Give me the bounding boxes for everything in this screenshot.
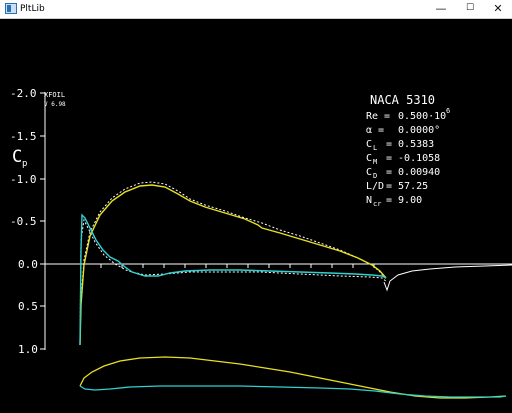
x-axis-ticks bbox=[100, 264, 375, 268]
cl-subscript: L bbox=[373, 144, 377, 152]
ld-label: L/D bbox=[366, 181, 384, 192]
cd-subscript: D bbox=[373, 172, 377, 180]
program-version: V 6.98 bbox=[44, 101, 66, 108]
cp-plot: -2.0 -1.5 -1.0 -0.5 0.0 0.5 1.0 C p XFOI… bbox=[10, 87, 512, 399]
lower-surface-cp-curve bbox=[79, 213, 387, 346]
alpha-value: 0.0000° bbox=[398, 125, 440, 136]
y-tick-label: 0.5 bbox=[18, 300, 38, 313]
y-axis-ticks bbox=[40, 92, 45, 350]
y-tick-label: -2.0 bbox=[10, 87, 37, 100]
cm-subscript: M bbox=[373, 158, 377, 166]
upper-surface-cp-curve bbox=[79, 184, 387, 346]
cm-value: = -0.1058 bbox=[386, 153, 440, 164]
inviscid-lower-cp-curve bbox=[79, 218, 388, 346]
cd-label: C bbox=[366, 167, 372, 178]
ncr-value: = 9.00 bbox=[386, 195, 422, 206]
cm-label: C bbox=[366, 153, 372, 164]
cl-value: = 0.5383 bbox=[386, 139, 434, 150]
wake-cp-curve bbox=[383, 264, 512, 292]
cl-label: C bbox=[366, 139, 372, 150]
re-exponent: 6 bbox=[446, 107, 450, 115]
window-title: PltLib bbox=[20, 4, 45, 14]
airfoil-upper-surface bbox=[79, 356, 507, 399]
y-tick-label: 0.0 bbox=[18, 258, 38, 271]
results-panel: NACA 5310 Re = 0.500·10 6 α = 0.0000° C … bbox=[366, 93, 450, 208]
re-value: 0.500·10 bbox=[398, 111, 446, 122]
ncr-label: N bbox=[366, 195, 372, 206]
close-button[interactable]: ✕ bbox=[484, 0, 512, 18]
program-name: XFOIL bbox=[44, 91, 65, 99]
re-label: Re = bbox=[366, 111, 390, 122]
y-axis-label: C bbox=[12, 147, 22, 167]
title-bar: PltLib — ☐ ✕ bbox=[0, 0, 512, 19]
ncr-subscript: cr bbox=[373, 200, 381, 208]
app-icon bbox=[5, 3, 17, 14]
y-axis-label-subscript: p bbox=[22, 159, 27, 169]
airfoil-lower-surface bbox=[79, 385, 507, 398]
alpha-label: α = bbox=[366, 125, 384, 136]
maximize-button[interactable]: ☐ bbox=[456, 0, 484, 18]
y-tick-label: 1.0 bbox=[18, 343, 38, 356]
y-tick-label: -1.5 bbox=[10, 130, 37, 143]
minimize-button[interactable]: — bbox=[427, 0, 455, 18]
y-tick-label: -0.5 bbox=[10, 215, 37, 228]
y-tick-label: -1.0 bbox=[10, 173, 37, 186]
ld-value: = 57.25 bbox=[386, 181, 428, 192]
airfoil-name: NACA 5310 bbox=[370, 93, 435, 107]
cd-value: = 0.00940 bbox=[386, 167, 440, 178]
